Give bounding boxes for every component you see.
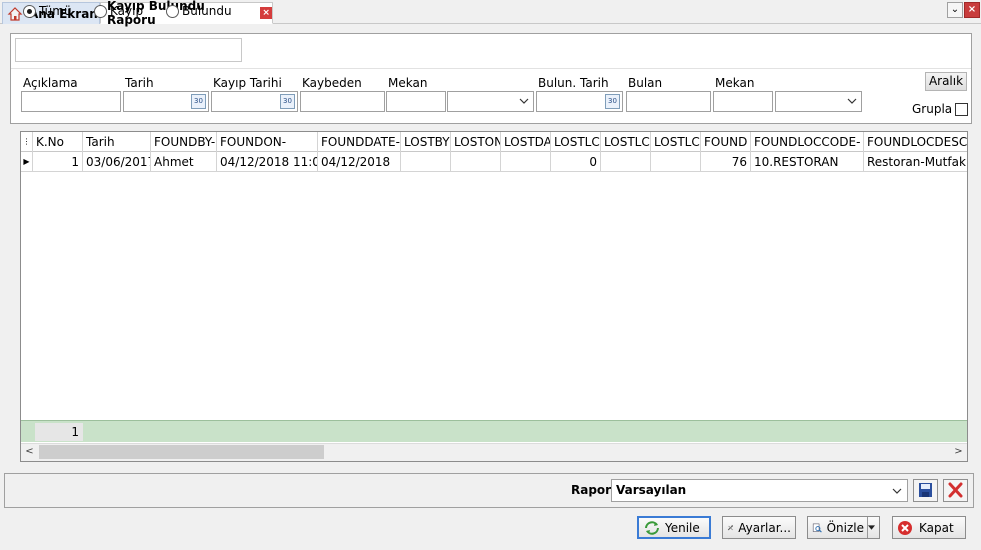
window-menu-button[interactable]: ⌄ (947, 2, 963, 18)
grid-footer (21, 420, 967, 442)
chevron-down-icon (847, 98, 857, 104)
column-header[interactable]: FOUNDBY- (151, 132, 217, 152)
onizle-button[interactable]: Önizle (807, 516, 880, 539)
column-header[interactable]: FOUNDDATE- (318, 132, 401, 152)
preview-icon (812, 523, 822, 533)
scroll-right-icon[interactable]: > (950, 443, 967, 461)
chevron-down-icon (892, 488, 902, 494)
aralik-button[interactable]: Aralık (925, 72, 967, 91)
row-indicator-icon: ▶ (21, 152, 33, 172)
kapat-button[interactable]: Kapat (892, 516, 966, 539)
cell[interactable]: 04/12/2018 11:00 (217, 152, 318, 172)
column-header[interactable]: FOUNDLOCDESC (864, 132, 967, 152)
filter-divider (11, 68, 971, 69)
cell[interactable]: 10.RESTORAN (751, 152, 864, 172)
delete-report-button[interactable] (943, 479, 968, 502)
yenile-button[interactable]: Yenile (637, 516, 711, 539)
cell[interactable] (501, 152, 551, 172)
ayarlar-button[interactable]: Ayarlar... (722, 516, 796, 539)
column-header[interactable]: LOSTDA (501, 132, 551, 152)
column-header[interactable]: LOSTLC (601, 132, 651, 152)
column-header[interactable]: K.No (33, 132, 83, 152)
label-mekan: Mekan (388, 76, 428, 90)
status-radio-group (15, 38, 242, 62)
tarih-date-input[interactable]: 30 (123, 91, 209, 112)
label-aciklama: Açıklama (23, 76, 78, 90)
save-icon (919, 483, 932, 497)
label-mekan-2: Mekan (715, 76, 755, 90)
footer-count: 1 (35, 423, 83, 441)
cell[interactable]: 76 (701, 152, 751, 172)
cell[interactable]: Ahmet (151, 152, 217, 172)
scrollbar-thumb[interactable] (39, 445, 324, 459)
cell[interactable] (451, 152, 501, 172)
grid-menu-icon[interactable]: ⋮ (21, 132, 33, 152)
cell[interactable] (601, 152, 651, 172)
cell[interactable]: Restoran-Mutfak (864, 152, 967, 172)
column-header[interactable]: LOSTON (451, 132, 501, 152)
dropdown-arrow-icon[interactable] (867, 517, 879, 538)
radio-icon (166, 4, 179, 18)
mekan-select[interactable] (447, 91, 534, 112)
label-kayip-tarihi: Kayıp Tarihi (213, 76, 282, 90)
mekan-2-select[interactable] (775, 91, 862, 112)
column-header[interactable]: LOSTLC (551, 132, 601, 152)
radio-kayip[interactable]: Kayıp (94, 4, 143, 18)
rapor-select[interactable]: Varsayılan (611, 479, 908, 502)
table-row[interactable]: ▶ 1 03/06/2017 Ahmet 04/12/2018 11:00 04… (21, 152, 967, 172)
aciklama-input[interactable] (21, 91, 121, 112)
column-header[interactable]: Tarih (83, 132, 151, 152)
mekan-code-input[interactable] (386, 91, 446, 112)
bulan-input[interactable] (626, 91, 711, 112)
radio-selected-icon (23, 4, 36, 18)
radio-bulundu[interactable]: Bulundu (166, 4, 232, 18)
column-header[interactable]: LOSTBY (401, 132, 451, 152)
grid-header: ⋮ K.No Tarih FOUNDBY- FOUNDON- FOUNDDATE… (21, 132, 967, 152)
mekan-2-code-input[interactable] (713, 91, 773, 112)
cell[interactable]: 04/12/2018 (318, 152, 401, 172)
grupla-checkbox[interactable]: Grupla (912, 102, 969, 116)
window-close-button[interactable]: × (964, 2, 980, 18)
report-grid: ⋮ K.No Tarih FOUNDBY- FOUNDON- FOUNDDATE… (20, 131, 968, 462)
save-report-button[interactable] (913, 479, 938, 502)
column-header[interactable]: FOUNDLOCCODE- (751, 132, 864, 152)
cell[interactable]: 03/06/2017 (83, 152, 151, 172)
refresh-icon (645, 520, 659, 535)
kayip-tarihi-date-input[interactable]: 30 (211, 91, 298, 112)
scroll-left-icon[interactable]: < (21, 443, 38, 461)
cell[interactable]: 0 (551, 152, 601, 172)
label-tarih: Tarih (125, 76, 154, 90)
rapor-label: Rapor (571, 483, 612, 497)
label-bulun-tarih: Bulun. Tarih (538, 76, 609, 90)
column-header[interactable]: FOUND (701, 132, 751, 152)
tools-icon (727, 524, 734, 530)
kaybeden-input[interactable] (300, 91, 385, 112)
radio-icon (94, 4, 107, 18)
close-icon[interactable]: × (260, 7, 272, 19)
cell[interactable]: 1 (33, 152, 83, 172)
column-header[interactable]: FOUNDON- (217, 132, 318, 152)
home-icon (7, 6, 23, 21)
calendar-icon[interactable]: 30 (191, 94, 206, 109)
close-icon (898, 520, 912, 535)
cell[interactable] (401, 152, 451, 172)
delete-icon (948, 482, 963, 498)
calendar-icon[interactable]: 30 (605, 94, 620, 109)
label-bulan: Bulan (628, 76, 663, 90)
chevron-down-icon (519, 98, 529, 104)
radio-tumu[interactable]: Tümü (23, 4, 72, 18)
bulun-tarih-date-input[interactable]: 30 (536, 91, 623, 112)
label-kaybeden: Kaybeden (302, 76, 362, 90)
checkbox-icon[interactable] (955, 102, 969, 116)
column-header[interactable]: LOSTLC (651, 132, 701, 152)
cell[interactable] (651, 152, 701, 172)
calendar-icon[interactable]: 30 (280, 94, 295, 109)
